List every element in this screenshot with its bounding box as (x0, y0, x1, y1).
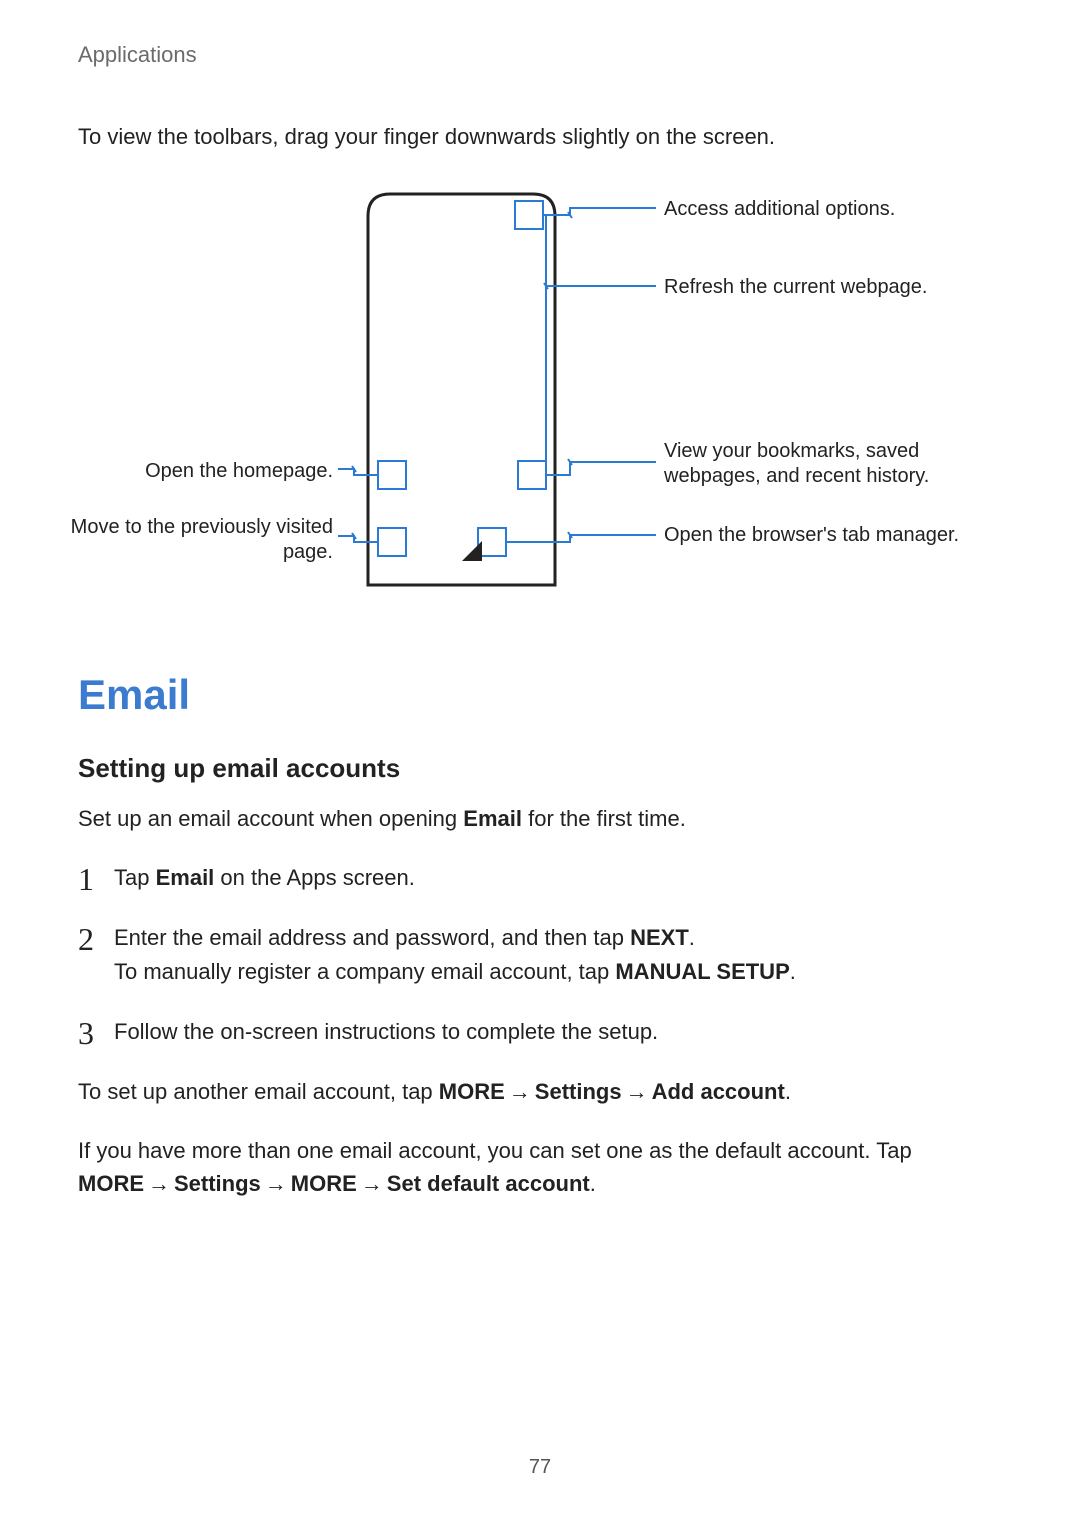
step-number: 3 (78, 1009, 94, 1059)
browser-diagram: Access additional options. Refresh the c… (78, 181, 1002, 601)
bold-email: Email (156, 865, 215, 890)
text: To manually register a company email acc… (114, 959, 615, 984)
manual-page: Applications To view the toolbars, drag … (0, 0, 1080, 1527)
arrow-icon: → (357, 1171, 387, 1196)
callout-tabs: Open the browser's tab manager. (664, 523, 994, 549)
bold-add-account: Add account (652, 1079, 785, 1104)
callout-home: Open the homepage. (68, 459, 333, 485)
bold-settings: Settings (535, 1079, 622, 1104)
text: for the first time. (522, 806, 686, 831)
text: Tap (114, 865, 156, 890)
arrow-icon: → (261, 1171, 291, 1196)
another-account-para: To set up another email account, tap MOR… (78, 1075, 1002, 1108)
step-1: 1 Tap Email on the Apps screen. (78, 861, 1002, 895)
arrow-icon: → (505, 1079, 535, 1104)
text: . (785, 1079, 791, 1104)
bold-set-default: Set default account (387, 1171, 590, 1196)
step-2: 2 Enter the email address and password, … (78, 921, 1002, 989)
intro-text: To view the toolbars, drag your finger d… (78, 122, 1002, 153)
text: Set up an email account when opening (78, 806, 463, 831)
bold-more: MORE (78, 1171, 144, 1196)
text: on the Apps screen. (214, 865, 415, 890)
text: . (689, 925, 695, 950)
text: . (590, 1171, 596, 1196)
step-3: 3 Follow the on-screen instructions to c… (78, 1015, 1002, 1049)
text: If you have more than one email account,… (78, 1138, 912, 1163)
text: To set up another email account, tap (78, 1079, 439, 1104)
bold-next: NEXT (630, 925, 689, 950)
callout-back: Move to the previously visited page. (68, 515, 333, 566)
setup-intro: Set up an email account when opening Ema… (78, 802, 1002, 835)
step-number: 1 (78, 855, 94, 905)
page-number: 77 (0, 1456, 1080, 1479)
breadcrumb: Applications (78, 42, 1002, 68)
subsection-title: Setting up email accounts (78, 753, 1002, 784)
arrow-icon: → (144, 1171, 174, 1196)
bold-more: MORE (291, 1171, 357, 1196)
text: Enter the email address and password, an… (114, 925, 630, 950)
text: . (790, 959, 796, 984)
callout-bookmarks: View your bookmarks, saved webpages, and… (664, 439, 994, 490)
default-account-para: If you have more than one email account,… (78, 1134, 1002, 1200)
text: Follow the on-screen instructions to com… (114, 1019, 658, 1044)
section-title-email: Email (78, 671, 1002, 719)
step-number: 2 (78, 915, 94, 965)
arrow-icon: → (622, 1079, 652, 1104)
bold-more: MORE (439, 1079, 505, 1104)
bold-manual-setup: MANUAL SETUP (615, 959, 789, 984)
bold-email: Email (463, 806, 522, 831)
steps-list: 1 Tap Email on the Apps screen. 2 Enter … (78, 861, 1002, 1049)
bold-settings: Settings (174, 1171, 261, 1196)
callout-options: Access additional options. (664, 197, 994, 223)
callout-refresh: Refresh the current webpage. (664, 275, 994, 301)
